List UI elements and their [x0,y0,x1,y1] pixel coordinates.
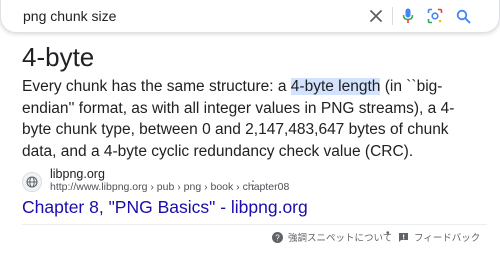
more-vert-icon[interactable]: ⋮ [247,179,259,191]
featured-snippet-text: Every chunk has the same structure: a 4-… [22,76,482,162]
svg-text:?: ? [275,233,280,242]
search-bar: png chunk size [0,0,500,33]
answer-heading: 4-byte [22,42,95,72]
feedback-icon [399,232,408,242]
help-icon: ? [272,231,283,243]
site-name[interactable]: libpng.org [50,167,105,181]
about-snippets-label: 強調スニペットについて [288,233,393,244]
snippet-text-before: Every chunk has the same structure: a [22,78,291,95]
snippet-highlight: 4-byte length [290,78,381,95]
lens-icon[interactable] [426,7,444,25]
close-icon[interactable] [367,7,385,25]
result-link[interactable]: Chapter 8, "PNG Basics" - libpng.org [22,197,308,218]
search-input[interactable]: png chunk size [23,8,116,24]
feedback-label: フィードバック [414,233,481,244]
search-bar-divider [392,7,393,25]
feedback-button[interactable]: フィードバック [398,230,480,244]
footer-separator: • [386,228,390,239]
microphone-icon[interactable] [399,7,417,25]
search-icon[interactable] [454,7,472,25]
footer-divider [22,224,487,225]
about-snippets-button[interactable]: ? 強調スニペットについて [272,230,392,244]
globe-icon [22,172,42,192]
